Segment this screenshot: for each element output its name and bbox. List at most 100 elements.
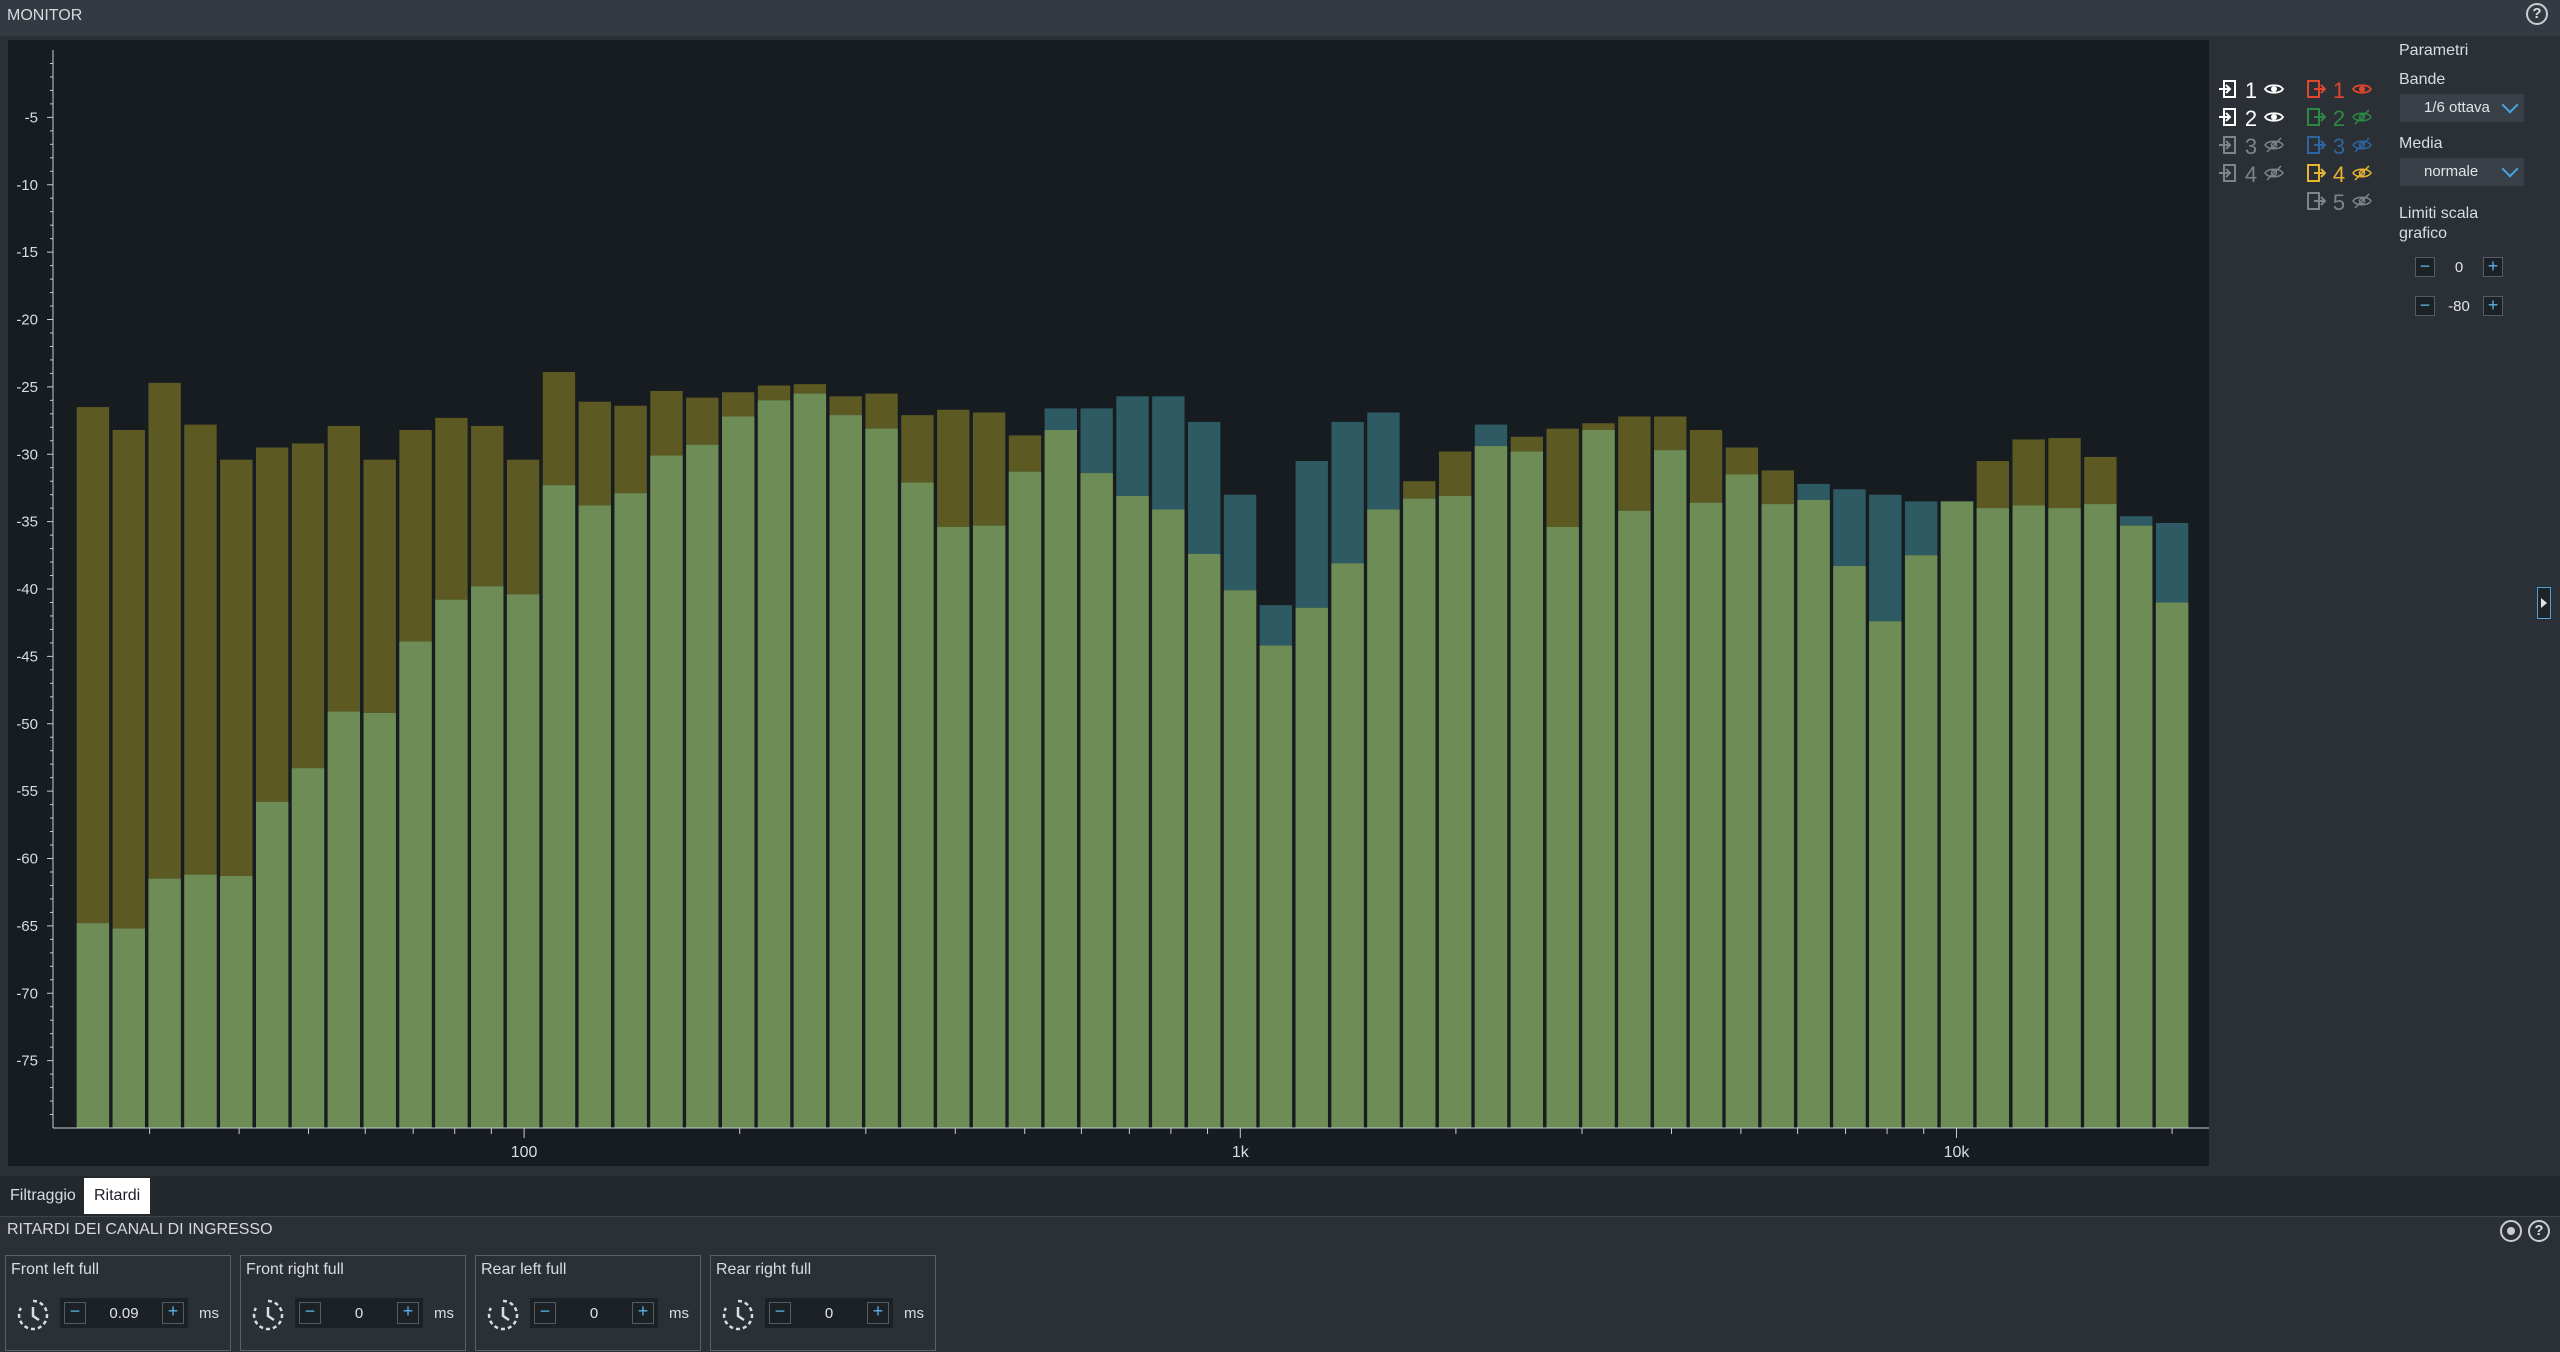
- scale-max-stepper: − 0 +: [2415, 254, 2503, 280]
- eye-off-icon[interactable]: [2264, 135, 2284, 160]
- input-icon: [2218, 163, 2238, 188]
- delay-decrement-button[interactable]: −: [534, 1302, 556, 1324]
- delay-decrement-button[interactable]: −: [64, 1302, 86, 1324]
- scale-min-value[interactable]: -80: [2435, 298, 2483, 315]
- delay-unit: ms: [199, 1305, 219, 1322]
- spectrum-bar-series-0: [220, 876, 253, 1128]
- tab-bar: [0, 1176, 2560, 1216]
- delay-value[interactable]: 0: [795, 1305, 863, 1322]
- spectrum-bar-series-0: [2120, 525, 2153, 1128]
- delay-value[interactable]: 0.09: [90, 1305, 158, 1322]
- spectrum-bar-series-0: [76, 923, 110, 1128]
- side-panel-toggle-button[interactable]: [2537, 587, 2551, 619]
- y-tick-label: -15: [16, 244, 38, 261]
- tab-ritardi[interactable]: Ritardi: [84, 1178, 151, 1214]
- scale-max-value[interactable]: 0: [2435, 259, 2483, 276]
- clock-icon: [252, 1299, 284, 1331]
- bands-dropdown[interactable]: 1/6 ottava: [2400, 94, 2524, 122]
- spectrum-bar-series-0: [1869, 621, 1902, 1128]
- delay-channel-name: Front right full: [246, 1261, 344, 1278]
- media-dropdown[interactable]: normale: [2400, 158, 2524, 186]
- delay-decrement-button[interactable]: −: [769, 1302, 791, 1324]
- output-channel-3[interactable]: 3: [2306, 134, 2372, 160]
- spectrum-bar-series-0: [255, 801, 289, 1128]
- spectrum-bar-series-0: [184, 874, 217, 1128]
- spectrum-bar-series-0: [793, 393, 827, 1128]
- spectrum-bar-series-0: [112, 928, 145, 1128]
- media-value: normale: [2424, 163, 2479, 180]
- media-label: Media: [2399, 135, 2443, 152]
- input-channel-4[interactable]: 4: [2218, 162, 2284, 188]
- output-icon: [2306, 135, 2327, 160]
- eye-off-icon[interactable]: [2352, 191, 2372, 216]
- title-bar: MONITOR ?: [0, 0, 2560, 36]
- y-tick-label: -5: [25, 109, 38, 126]
- app-title: MONITOR: [7, 7, 83, 24]
- y-tick-label: -45: [16, 648, 38, 665]
- delay-stepper: −0 +: [295, 1298, 423, 1328]
- delay-increment-button[interactable]: +: [162, 1302, 184, 1324]
- output-icon: [2306, 107, 2327, 132]
- output-channel-2[interactable]: 2: [2306, 106, 2372, 132]
- eye-off-icon[interactable]: [2352, 163, 2372, 188]
- scale-min-decrement-button[interactable]: −: [2415, 296, 2435, 316]
- spectrum-bar-series-0: [506, 594, 540, 1128]
- spectrum-bar-series-0: [1618, 510, 1651, 1129]
- eye-off-icon[interactable]: [2352, 107, 2372, 132]
- channel-number: 1: [2244, 78, 2258, 103]
- delay-unit: ms: [434, 1305, 454, 1322]
- help-icon[interactable]: ?: [2528, 1220, 2550, 1242]
- eye-icon[interactable]: [2351, 79, 2373, 104]
- y-tick-label: -50: [16, 716, 38, 733]
- delay-increment-button[interactable]: +: [632, 1302, 654, 1324]
- chevron-down-icon: [2501, 96, 2519, 114]
- delays-section-title: RITARDI DEI CANALI DI INGRESSO: [7, 1221, 273, 1238]
- delay-unit: ms: [669, 1305, 689, 1322]
- output-channel-5[interactable]: 5: [2306, 190, 2372, 216]
- bands-value: 1/6 ottava: [2424, 99, 2490, 116]
- clock-icon: [17, 1299, 49, 1331]
- delay-value[interactable]: 0: [560, 1305, 628, 1322]
- output-channel-1[interactable]: 1: [2306, 78, 2373, 104]
- spectrum-bar-series-0: [291, 768, 325, 1128]
- help-icon[interactable]: ?: [2526, 3, 2548, 25]
- spectrum-bar-series-0: [1403, 498, 1436, 1128]
- delay-channel-name: Front left full: [11, 1261, 100, 1278]
- delay-channel-box: Front right full −0 + ms: [240, 1255, 466, 1351]
- delay-increment-button[interactable]: +: [867, 1302, 889, 1324]
- spectrum-bar-series-0: [1654, 450, 1687, 1128]
- spectrum-bar-series-0: [2155, 602, 2189, 1128]
- spectrum-bar-series-0: [1582, 429, 1615, 1128]
- spectrum-bar-series-0: [901, 482, 934, 1128]
- eye-icon[interactable]: [2263, 79, 2285, 104]
- input-channel-3[interactable]: 3: [2218, 134, 2284, 160]
- chevron-down-icon: [2501, 160, 2519, 178]
- y-tick-label: -65: [16, 918, 38, 935]
- params-title: Parametri: [2399, 42, 2469, 59]
- scale-min-increment-button[interactable]: +: [2483, 296, 2503, 316]
- spectrum-bar-series-0: [363, 712, 396, 1128]
- scale-max-decrement-button[interactable]: −: [2415, 257, 2435, 277]
- scale-max-increment-button[interactable]: +: [2483, 257, 2503, 277]
- spectrum-bar-series-0: [1152, 509, 1185, 1128]
- output-channel-4[interactable]: 4: [2306, 162, 2372, 188]
- channel-number: 2: [2332, 106, 2346, 131]
- spectrum-bar-series-0: [578, 505, 611, 1129]
- x-tick-label: 1k: [1232, 1144, 1250, 1161]
- delay-stepper: −0 +: [765, 1298, 893, 1328]
- spectrum-bar-series-0: [614, 493, 647, 1128]
- spectrum-bar-series-0: [722, 416, 755, 1128]
- delay-increment-button[interactable]: +: [397, 1302, 419, 1324]
- spectrum-bar-series-0: [1008, 471, 1042, 1129]
- input-channel-2[interactable]: 2: [2218, 106, 2285, 132]
- delay-value[interactable]: 0: [325, 1305, 393, 1322]
- input-channel-1[interactable]: 1: [2218, 78, 2285, 104]
- delay-decrement-button[interactable]: −: [299, 1302, 321, 1324]
- tab-filtraggio[interactable]: Filtraggio: [0, 1178, 86, 1214]
- spectrum-bar-series-0: [1940, 501, 1974, 1129]
- eye-icon[interactable]: [2263, 107, 2285, 132]
- eye-off-icon[interactable]: [2352, 135, 2372, 160]
- reset-icon[interactable]: [2500, 1220, 2522, 1242]
- eye-off-icon[interactable]: [2264, 163, 2284, 188]
- scale-limits-label: Limiti scala: [2399, 205, 2479, 222]
